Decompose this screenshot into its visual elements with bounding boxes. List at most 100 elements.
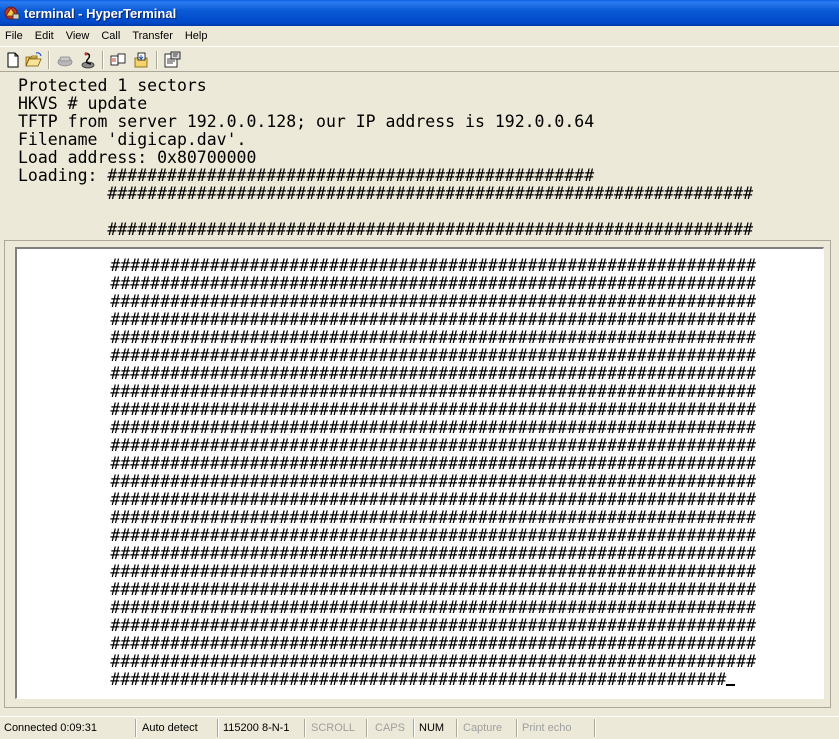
- terminal-line-text: ########################################…: [21, 508, 757, 527]
- terminal-line: ########################################…: [21, 563, 756, 581]
- status-separator: [135, 719, 137, 737]
- terminal-line-text: ########################################…: [21, 310, 757, 329]
- status-separator: [456, 719, 458, 737]
- terminal-line: ########################################…: [21, 401, 756, 419]
- terminal-line-text: ########################################…: [21, 346, 757, 365]
- terminal-scrollback[interactable]: Protected 1 sectors HKVS # update TFTP fro…: [0, 74, 839, 240]
- terminal-line: ########################################…: [21, 383, 756, 401]
- receive-icon[interactable]: [131, 50, 151, 70]
- terminal-line: ########################################…: [21, 653, 756, 671]
- menu-help[interactable]: Help: [179, 27, 214, 45]
- terminal-lines: ########################################…: [21, 257, 756, 689]
- terminal-line-text: ########################################…: [21, 544, 757, 563]
- terminal-line: ########################################…: [21, 509, 756, 527]
- status-separator: [217, 719, 219, 737]
- status-separator: [366, 719, 368, 737]
- terminal-line-text: ########################################…: [21, 364, 757, 383]
- terminal-line: ########################################…: [21, 293, 756, 311]
- toolbar-separator: [48, 51, 50, 69]
- terminal-line-text: ########################################…: [21, 616, 757, 635]
- terminal-line-text: ########################################…: [21, 634, 757, 653]
- status-separator: [304, 719, 306, 737]
- toolbar-separator: [102, 51, 104, 69]
- terminal-line-text: ########################################…: [21, 454, 757, 473]
- menu-transfer[interactable]: Transfer: [126, 27, 179, 45]
- new-connection-icon[interactable]: [3, 50, 23, 70]
- terminal-line-text: ########################################…: [21, 652, 757, 671]
- menu-call[interactable]: Call: [95, 27, 126, 45]
- terminal-line-text: Filename 'digicap.dav'.: [18, 130, 247, 149]
- terminal-line: ########################################…: [21, 419, 756, 437]
- terminal-screen[interactable]: ########################################…: [15, 247, 824, 699]
- terminal-line-text: ########################################…: [21, 472, 757, 491]
- status-separator: [516, 719, 518, 737]
- terminal-line-text: ########################################…: [21, 526, 757, 545]
- terminal-line: ########################################…: [21, 473, 756, 491]
- terminal-line: ########################################…: [21, 545, 756, 563]
- menu-bar: File Edit View Call Transfer Help: [0, 26, 839, 46]
- status-separator: [594, 719, 596, 737]
- terminal-line: ########################################…: [21, 635, 756, 653]
- status-separator: [413, 719, 415, 737]
- terminal-line: Protected 1 sectors: [18, 77, 753, 95]
- terminal-line: ########################################…: [21, 671, 756, 689]
- status-print-echo: Print echo: [522, 722, 572, 734]
- terminal-line: ########################################…: [21, 527, 756, 545]
- disconnect-icon[interactable]: [55, 50, 75, 70]
- terminal-line: ########################################…: [21, 599, 756, 617]
- terminal-line-text: ########################################…: [21, 418, 757, 437]
- dial-icon[interactable]: [78, 50, 98, 70]
- terminal-line: ########################################…: [21, 581, 756, 599]
- status-connected: Connected 0:09:31: [4, 722, 97, 734]
- terminal-line-text: ########################################…: [21, 274, 757, 293]
- terminal-line: Loading: ###############################…: [18, 167, 753, 185]
- properties-icon[interactable]: [162, 50, 182, 70]
- terminal-line: ########################################…: [18, 185, 753, 203]
- status-scroll: SCROLL: [311, 722, 356, 734]
- menu-file[interactable]: File: [0, 27, 29, 45]
- terminal-line: ########################################…: [21, 617, 756, 635]
- terminal-line: TFTP from server 192.0.0.128; our IP add…: [18, 113, 753, 131]
- toolbar: [0, 46, 839, 72]
- status-port-settings: 115200 8-N-1: [223, 722, 290, 734]
- terminal-line-text: Loading: ###############################…: [18, 166, 595, 185]
- scrollback-lines: Protected 1 sectors HKVS # update TFTP fro…: [18, 77, 753, 239]
- menu-edit[interactable]: Edit: [29, 27, 60, 45]
- terminal-line: ########################################…: [21, 311, 756, 329]
- terminal-line-text: ########################################…: [21, 670, 727, 689]
- terminal-line: ########################################…: [21, 437, 756, 455]
- terminal-line-text: HKVS # update: [18, 94, 148, 113]
- terminal-line-text: ########################################…: [21, 292, 757, 311]
- send-icon[interactable]: [108, 50, 128, 70]
- terminal-line-text: ########################################…: [18, 184, 754, 203]
- terminal-line-text: ########################################…: [21, 436, 757, 455]
- text-cursor: [726, 684, 736, 686]
- status-caps: CAPS: [375, 722, 405, 734]
- terminal-line-text: ########################################…: [21, 598, 757, 617]
- terminal-line-text: ########################################…: [21, 490, 757, 509]
- window-title: terminal - HyperTerminal: [24, 5, 177, 21]
- hyperterminal-app-icon[interactable]: [3, 4, 21, 22]
- terminal-line-text: ########################################…: [21, 400, 757, 419]
- title-bar[interactable]: terminal - HyperTerminal: [0, 0, 839, 26]
- status-bar: Connected 0:09:31 Auto detect 115200 8-N…: [0, 716, 839, 739]
- terminal-line: HKVS # update: [18, 95, 753, 113]
- terminal-line: Load address: 0x80700000: [18, 149, 753, 167]
- terminal-line-text: ########################################…: [21, 382, 757, 401]
- terminal-line: ########################################…: [21, 329, 756, 347]
- terminal-line: ########################################…: [21, 365, 756, 383]
- terminal-line: Filename 'digicap.dav'.: [18, 131, 753, 149]
- terminal-line-text: Load address: 0x80700000: [18, 148, 257, 167]
- open-icon[interactable]: [24, 50, 44, 70]
- terminal-line-text: TFTP from server 192.0.0.128; our IP add…: [18, 112, 595, 131]
- terminal-frame: ########################################…: [4, 240, 831, 708]
- terminal-line: ########################################…: [21, 491, 756, 509]
- terminal-line-text: ########################################…: [21, 256, 757, 275]
- status-capture: Capture: [463, 722, 503, 734]
- menu-view[interactable]: View: [60, 27, 96, 45]
- terminal-line: ########################################…: [21, 275, 756, 293]
- status-auto-detect: Auto detect: [142, 722, 198, 734]
- terminal-line-text: ########################################…: [21, 580, 757, 599]
- status-num: NUM: [419, 722, 445, 734]
